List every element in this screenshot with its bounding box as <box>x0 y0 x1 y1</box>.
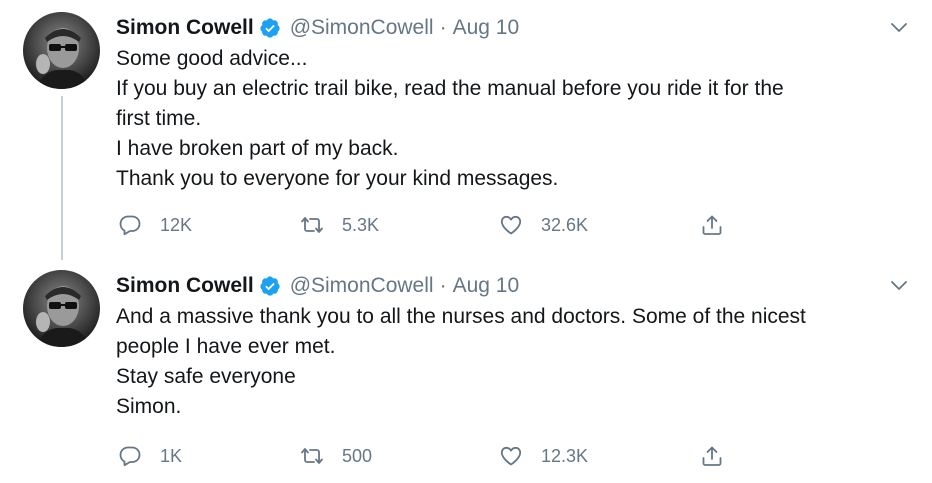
separator-dot: · <box>439 274 447 297</box>
tweet-text-line: I have broken part of my back. <box>116 137 399 160</box>
tweet-header: Simon Cowell @SimonCowell · Aug 10 <box>116 271 519 301</box>
tweet[interactable]: Simon Cowell @SimonCowell · Aug 10 Some … <box>0 0 932 258</box>
tweet-text: And a massive thank you to all the nurse… <box>116 302 906 422</box>
tweet-actions: 12K 5.3K 32.6K <box>116 210 736 240</box>
retweet-icon <box>301 217 323 233</box>
chevron-down-icon[interactable] <box>889 275 909 295</box>
retweet-icon <box>301 448 323 464</box>
separator-dot: · <box>439 16 447 39</box>
tweet-text-line: And a massive thank you to all the nurse… <box>116 305 806 328</box>
author-name[interactable]: Simon Cowell <box>116 16 254 40</box>
heart-icon <box>500 446 522 466</box>
tweet-date[interactable]: Aug 10 <box>453 274 520 298</box>
reply-count: 1K <box>160 445 183 466</box>
tweet-text: Some good advice... If you buy an electr… <box>116 44 906 194</box>
like-count: 32.6K <box>541 214 589 235</box>
tweet-actions: 1K 500 12.3K <box>116 441 736 471</box>
tweet-header: Simon Cowell @SimonCowell · Aug 10 <box>116 13 519 43</box>
tweet-text-line: Stay safe everyone <box>116 365 296 388</box>
reply-button[interactable]: 12K <box>118 210 192 240</box>
tweet-date[interactable]: Aug 10 <box>453 16 520 40</box>
chevron-down-icon[interactable] <box>889 17 909 37</box>
tweet-text-line: people I have ever met. <box>116 335 336 358</box>
reply-icon <box>119 446 141 467</box>
reply-button[interactable]: 1K <box>118 441 182 471</box>
heart-icon <box>500 215 522 235</box>
share-button[interactable] <box>700 441 724 471</box>
author-name[interactable]: Simon Cowell <box>116 274 254 298</box>
retweet-button[interactable]: 500 <box>300 441 372 471</box>
share-button[interactable] <box>700 210 724 240</box>
reply-icon <box>119 215 141 236</box>
like-count: 12.3K <box>541 445 589 466</box>
tweet-text-line: first time. <box>116 107 202 130</box>
tweet-text-line: Thank you to everyone for your kind mess… <box>116 167 559 190</box>
verified-badge-icon <box>260 18 280 38</box>
avatar[interactable] <box>23 270 100 347</box>
share-icon <box>702 446 722 466</box>
tweet-text-line: If you buy an electric trail bike, read … <box>116 77 784 100</box>
like-button[interactable]: 12.3K <box>499 441 588 471</box>
author-handle[interactable]: @SimonCowell <box>290 16 434 40</box>
author-handle[interactable]: @SimonCowell <box>290 274 434 298</box>
tweet-text-line: Simon. <box>116 395 182 418</box>
tweet[interactable]: Simon Cowell @SimonCowell · Aug 10 And a… <box>0 258 932 483</box>
avatar[interactable] <box>23 12 100 89</box>
retweet-count: 500 <box>342 445 373 466</box>
verified-badge-icon <box>260 276 280 296</box>
reply-count: 12K <box>160 214 193 235</box>
tweet-text-line: Some good advice... <box>116 47 308 70</box>
retweet-count: 5.3K <box>342 214 380 235</box>
share-icon <box>702 215 722 235</box>
retweet-button[interactable]: 5.3K <box>300 210 379 240</box>
like-button[interactable]: 32.6K <box>499 210 588 240</box>
